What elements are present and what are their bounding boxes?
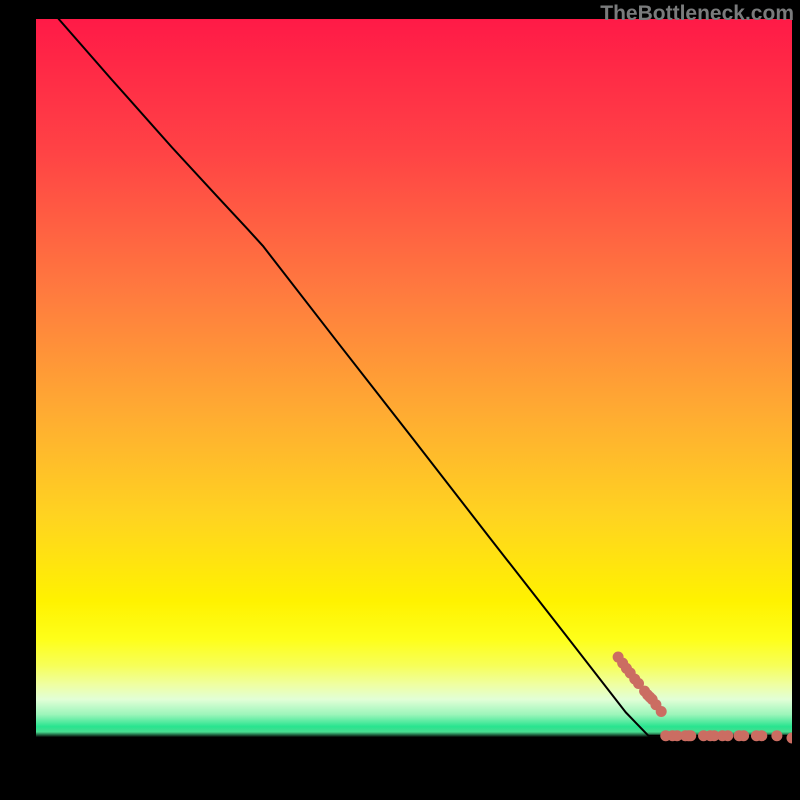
chart-root: TheBottleneck.com bbox=[0, 0, 800, 800]
chart-plot-area bbox=[36, 19, 792, 775]
chart-background-gradient bbox=[36, 19, 792, 775]
watermark-attribution: TheBottleneck.com bbox=[600, 2, 794, 26]
